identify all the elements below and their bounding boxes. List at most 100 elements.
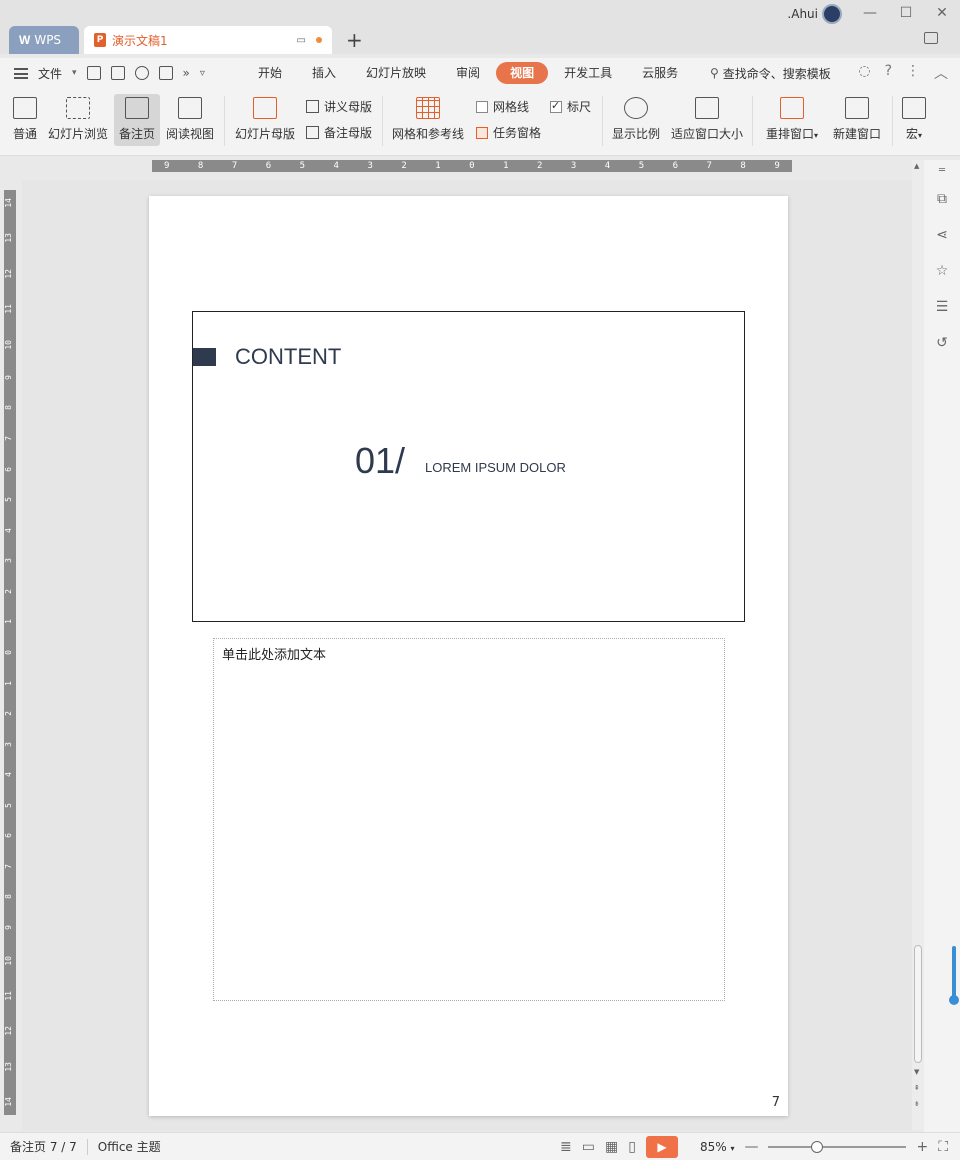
- slide-subtitle: LOREM IPSUM DOLOR: [425, 460, 566, 475]
- zoom-button[interactable]: 显示比例: [610, 94, 662, 146]
- avatar[interactable]: [822, 4, 842, 24]
- ruler-tick-label: 0: [469, 161, 475, 171]
- fit-screen-icon[interactable]: ⛶: [938, 1139, 948, 1155]
- task-pane-checkbox[interactable]: 任务窗格: [476, 124, 541, 141]
- handout-master-button[interactable]: 讲义母版: [306, 98, 372, 115]
- ruler-checkbox[interactable]: 标尺: [550, 98, 591, 115]
- scroll-down-icon[interactable]: ▼: [914, 1068, 919, 1076]
- fit-window-button[interactable]: 适应窗口大小: [668, 94, 746, 146]
- ruler-tick-label: 3: [570, 161, 577, 171]
- slide-thumbnail[interactable]: CONTENT 01/ LOREM IPSUM DOLOR: [192, 311, 745, 622]
- zoom-slider-knob[interactable]: [811, 1141, 824, 1153]
- grid-guides-button[interactable]: 网格和参考线: [390, 94, 466, 146]
- animation-icon[interactable]: ☆: [933, 262, 951, 280]
- tab-wps-home[interactable]: W WPS: [9, 26, 79, 54]
- panel-scroll-indicator[interactable]: [949, 946, 959, 1005]
- reading-view-button[interactable]: 阅读视图: [164, 94, 216, 146]
- previous-page-icon[interactable]: ⇞: [914, 1084, 920, 1092]
- help-icon[interactable]: ?: [885, 63, 892, 83]
- zoom-out-icon[interactable]: —: [744, 1139, 758, 1155]
- command-search[interactable]: ⚲ 查找命令、搜索模板: [710, 65, 831, 82]
- slide-browse-button[interactable]: 幻灯片浏览: [46, 94, 110, 146]
- slide-master-button[interactable]: 幻灯片母版: [232, 94, 298, 146]
- new-window-button[interactable]: 新建窗口: [830, 94, 884, 146]
- ruler-tick-label: 5: [299, 161, 306, 171]
- save-icon[interactable]: [110, 66, 125, 80]
- notes-placeholder: 单击此处添加文本: [222, 648, 327, 663]
- settings-sliders-icon[interactable]: ☰: [933, 298, 951, 316]
- open-folder-icon[interactable]: [86, 66, 101, 80]
- collapse-ribbon-icon[interactable]: ︿: [934, 63, 948, 83]
- notes-textbox[interactable]: 单击此处添加文本: [213, 638, 725, 1001]
- notes-page-icon: [125, 97, 149, 119]
- normal-view-icon: [13, 97, 37, 119]
- comment-icon[interactable]: ◌: [858, 63, 870, 83]
- vertical-scrollbar[interactable]: ▲ ▼ ⇞ ⇟: [912, 160, 924, 1130]
- play-slideshow-button[interactable]: ▶: [645, 1136, 678, 1158]
- ruler-tick-label: 10: [4, 339, 13, 350]
- normal-view-button[interactable]: 普通: [6, 94, 44, 146]
- ruler-tick-label: 9: [164, 161, 170, 171]
- normal-view-status-icon[interactable]: ▭: [582, 1139, 595, 1155]
- slide-sorter-status-icon[interactable]: ▦: [605, 1139, 618, 1155]
- theme-name[interactable]: Office 主题: [88, 1138, 171, 1155]
- scroll-up-icon[interactable]: ▲: [914, 162, 919, 170]
- new-tab-button[interactable]: +: [346, 28, 363, 52]
- more-options-icon[interactable]: ⋮: [906, 63, 920, 83]
- ruler-tick-label: 2: [4, 711, 13, 716]
- tab-developer[interactable]: 开发工具: [550, 62, 626, 84]
- vertical-ruler[interactable]: 14 13 12 11 10 9 8 7 6 5 4 3 2 1 0 1 2 3 4 5 6 7 8 9 10 11 12 13 14: [4, 190, 16, 1115]
- notes-master-button[interactable]: 备注母版: [306, 124, 372, 141]
- more-icon[interactable]: »: [183, 66, 190, 80]
- tab-view[interactable]: 视图: [496, 62, 549, 84]
- customize-icon[interactable]: ▿: [200, 68, 205, 79]
- zoom-percent[interactable]: 85% ▾: [700, 1140, 735, 1154]
- arrange-windows-button[interactable]: 重排窗口▾: [760, 94, 824, 146]
- panel-grip-icon[interactable]: ═: [933, 162, 951, 180]
- zoom-in-icon[interactable]: +: [916, 1139, 928, 1155]
- reading-view-status-icon[interactable]: ▯: [628, 1139, 636, 1155]
- object-properties-icon[interactable]: ⧉: [933, 190, 951, 208]
- tab-cloud[interactable]: 云服务: [628, 62, 692, 84]
- notes-master-label: 备注母版: [324, 126, 373, 140]
- slide-master-label: 幻灯片母版: [234, 127, 295, 141]
- minimize-button[interactable]: —: [856, 2, 884, 24]
- notes-page: CONTENT 01/ LOREM IPSUM DOLOR 单击此处添加文本 7: [149, 196, 788, 1116]
- next-page-icon[interactable]: ⇟: [914, 1100, 920, 1108]
- tab-document[interactable]: P 演示文稿1 ▭: [84, 26, 332, 54]
- chevron-down-icon[interactable]: ▾: [72, 68, 77, 78]
- print-icon[interactable]: [158, 66, 173, 80]
- grid-guides-label: 网格和参考线: [391, 127, 464, 141]
- window-layout-icon[interactable]: [924, 32, 938, 44]
- monitor-icon[interactable]: ▭: [297, 35, 306, 46]
- tab-review[interactable]: 审阅: [442, 62, 494, 84]
- file-menu[interactable]: 文件: [38, 65, 62, 82]
- menu-icon[interactable]: [14, 67, 28, 79]
- user-account[interactable]: .Ahui: [787, 4, 842, 24]
- tab-start[interactable]: 开始: [244, 62, 296, 84]
- notes-page-button[interactable]: 备注页: [114, 94, 160, 146]
- horizontal-ruler[interactable]: 9 8 7 6 5 4 3 2 1 0 1 2 3 4 5 6 7 8 9: [152, 160, 792, 172]
- ruler-label: 标尺: [567, 100, 592, 114]
- ruler-tick-label: 1: [503, 161, 509, 171]
- command-search-label: 查找命令、搜索模板: [722, 66, 831, 81]
- gridlines-checkbox[interactable]: 网格线: [476, 98, 529, 115]
- history-icon[interactable]: ↺: [933, 334, 951, 352]
- ruler-tick-label: 5: [4, 802, 13, 808]
- ruler-tick-label: 4: [604, 161, 611, 171]
- search-doc-icon[interactable]: [134, 66, 149, 80]
- notes-toggle-icon[interactable]: ≣: [560, 1139, 572, 1155]
- share-icon[interactable]: ⋖: [933, 226, 951, 244]
- grid-icon: [416, 97, 440, 119]
- tab-slideshow[interactable]: 幻灯片放映: [352, 62, 440, 84]
- status-bar: 备注页 7 / 7 Office 主题 ≣ ▭ ▦ ▯ ▶ 85% ▾ — + …: [0, 1132, 960, 1160]
- macro-button[interactable]: 宏▾: [898, 94, 930, 146]
- normal-view-label: 普通: [12, 127, 37, 141]
- maximize-button[interactable]: ☐: [892, 2, 920, 24]
- new-window-label: 新建窗口: [832, 127, 881, 141]
- zoom-slider[interactable]: [768, 1141, 907, 1153]
- tab-insert[interactable]: 插入: [298, 62, 350, 84]
- ruler-tick-label: 13: [4, 1061, 13, 1072]
- close-button[interactable]: ✕: [928, 2, 956, 24]
- scrollbar-thumb[interactable]: [914, 945, 922, 1063]
